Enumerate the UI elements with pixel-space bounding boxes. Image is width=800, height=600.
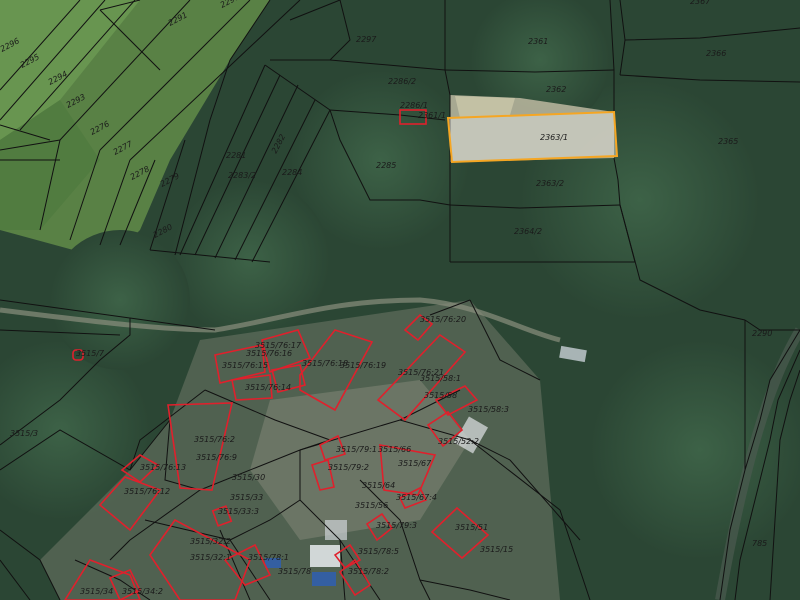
parcel-label: 3515/78 (278, 567, 311, 576)
parcel-label: 3515/76:15 (222, 361, 268, 370)
parcel-label: 2361 (528, 37, 548, 46)
parcel-label: 3515/78:1 (248, 553, 289, 562)
parcel-label: 3515/78:2 (348, 567, 389, 576)
parcel-label: 2362 (546, 85, 566, 94)
parcel-label: 3515/66 (378, 445, 411, 454)
parcel-label: 3515/79:3 (376, 521, 417, 530)
parcel-label: 2297 (356, 35, 377, 44)
parcel-label: 3515/76:19 (340, 361, 386, 370)
parcel-label: 3515/33 (230, 493, 263, 502)
parcel-label: 3515/67:4 (396, 493, 437, 502)
roof (312, 572, 336, 586)
parcel-label: 3515/76:16 (246, 349, 292, 358)
parcel-label: 3515/56 (355, 501, 388, 510)
parcel-label: 3515/7 (76, 349, 105, 358)
parcel-label: 3515/58 (424, 391, 457, 400)
cadastral-map[interactable]: 2290 2291 2296 2295 2294 2293 2276 2277 … (0, 0, 800, 600)
parcel-label: 3515/67 (398, 459, 432, 468)
parcel-label: 3515/32:2 (190, 537, 231, 546)
parcel-label: 2363/1 (540, 133, 568, 142)
parcel-label: 2281 (226, 151, 246, 160)
parcel-label: 3515/79:2 (328, 463, 369, 472)
parcel-label: 2286/2 (388, 77, 416, 86)
parcel-label: 3515/78:5 (358, 547, 399, 556)
parcel-label: 2367 (690, 0, 711, 6)
map-canvas[interactable]: 2290 2291 2296 2295 2294 2293 2276 2277 … (0, 0, 800, 600)
parcel-label: 2366 (706, 49, 726, 58)
parcel-label: 3515/76:2 (194, 435, 235, 444)
parcel-label: 785 (752, 539, 767, 548)
parcel-label: 3515/30 (232, 473, 265, 482)
parcel-label: 3515/58:1 (420, 374, 461, 383)
parcel-label: 3515/76:14 (245, 383, 291, 392)
parcel-label: 3515/32:1 (190, 553, 231, 562)
parcel-label: 3515/3 (10, 429, 38, 438)
parcel-label: 2290 (752, 329, 772, 338)
parcel-label: 2284 (282, 168, 302, 177)
parcel-label: 3515/76:13 (140, 463, 186, 472)
parcel-label: 3515/76:9 (196, 453, 237, 462)
parcel-label: 3515/64 (362, 481, 395, 490)
parcel-label: 3515/15 (480, 545, 513, 554)
parcel-label: 2283/2 (228, 171, 256, 180)
parcel-label: 3515/33:3 (218, 507, 259, 516)
parcel-label: 2363/2 (536, 179, 564, 188)
parcel-label: 3515/51 (455, 523, 488, 532)
parcel-label: 3515/34 (80, 587, 113, 596)
roof (325, 520, 347, 540)
parcel-label: 3515/79:1 (336, 445, 377, 454)
parcel-label: 2365 (718, 137, 738, 146)
parcel-label: 2285 (376, 161, 396, 170)
parcel-label: 3515/52:2 (438, 437, 479, 446)
parcel-label: 3515/34:2 (122, 587, 163, 596)
parcel-label: 3515/76:20 (420, 315, 466, 324)
parcel-label: 2286/1 (400, 101, 428, 110)
parcel-label: 2361/1 (418, 111, 446, 120)
selected-parcel-highlight[interactable] (446, 110, 619, 164)
parcel-label: 3515/58:3 (468, 405, 509, 414)
parcel-label: 3515/76:12 (124, 487, 170, 496)
parcel-label: 2364/2 (514, 227, 542, 236)
